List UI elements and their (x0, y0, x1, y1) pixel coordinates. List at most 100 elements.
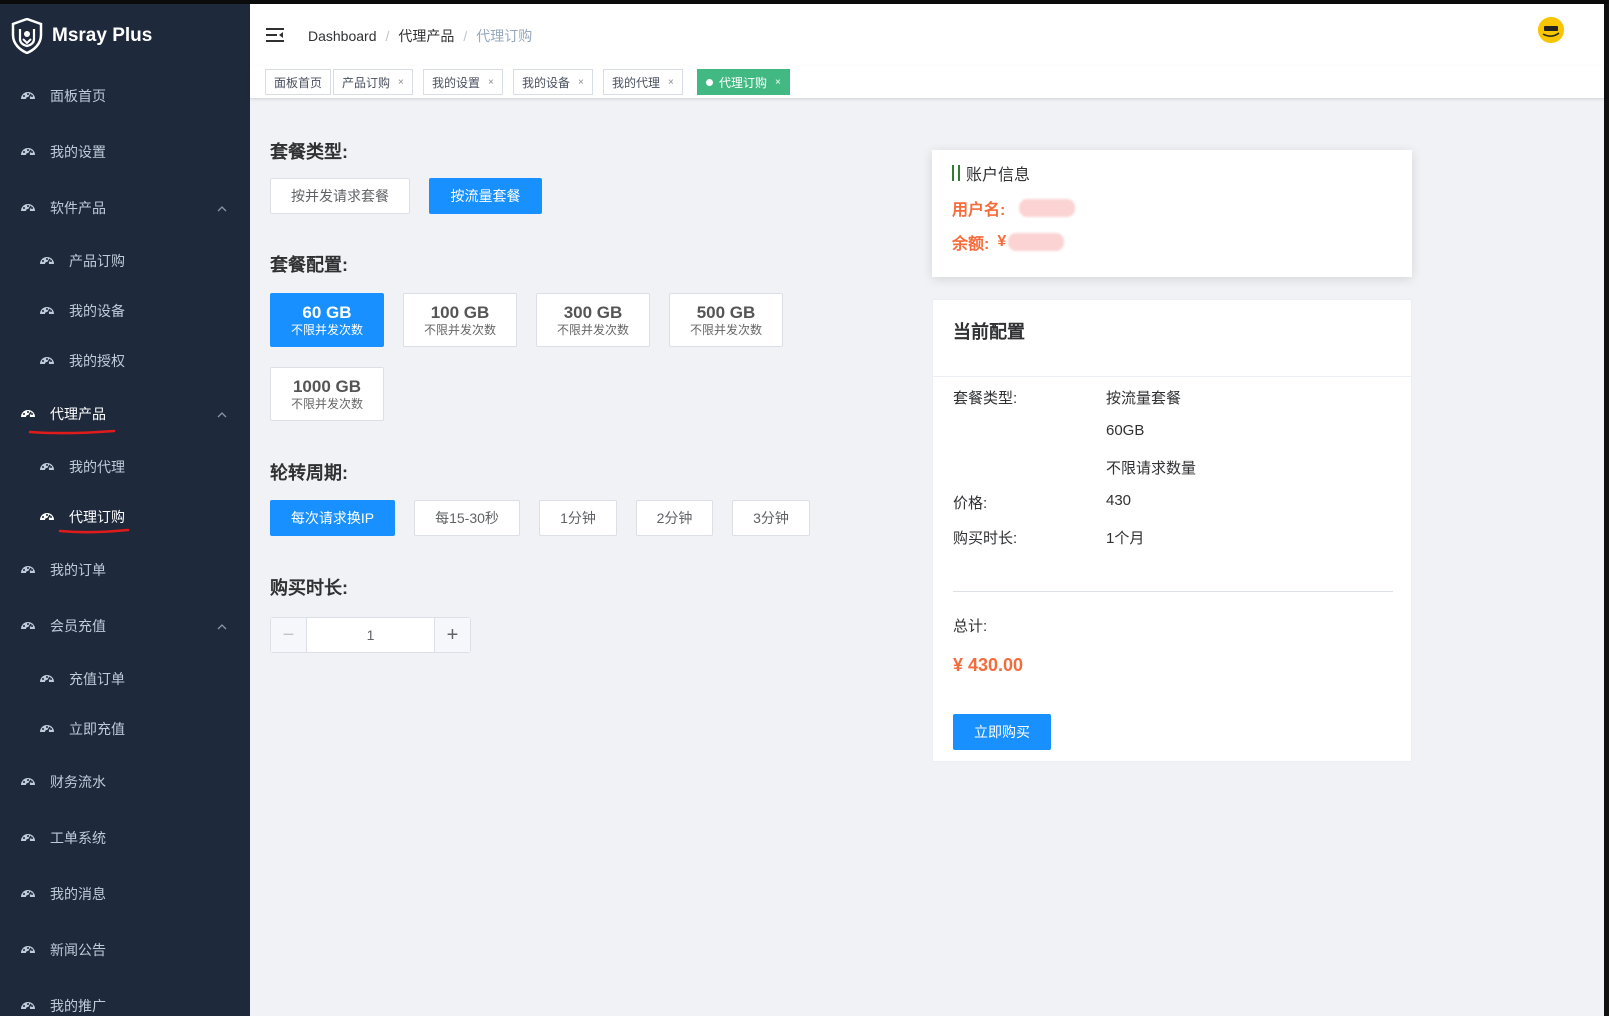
package-type-traffic-button[interactable]: 按流量套餐 (429, 178, 542, 214)
sidebar-item-my-orders[interactable]: 我的订单 (0, 542, 250, 598)
duration-label: 购买时长: (953, 530, 1018, 547)
sidebar-item-label: 我的设备 (69, 303, 125, 319)
config-option-1000gb[interactable]: 1000 GB 不限并发次数 (270, 367, 384, 421)
tag-label: 我的设置 (432, 75, 481, 90)
duration-stepper: − 1 + (270, 617, 471, 653)
title-accent-bar (958, 165, 960, 181)
sidebar-item-my-settings[interactable]: 我的设置 (0, 124, 250, 180)
close-icon[interactable]: × (775, 77, 781, 88)
sidebar-item-recharge-now[interactable]: 立即充值 (0, 704, 250, 754)
sidebar-item-product-order[interactable]: 产品订购 (0, 236, 250, 286)
close-icon[interactable]: × (398, 77, 404, 88)
config-size-value: 60GB (1106, 422, 1145, 439)
tag-label: 代理订购 (719, 75, 768, 90)
total-value: ¥ 430.00 (953, 655, 1024, 675)
decrement-button[interactable]: − (271, 618, 307, 652)
active-dot-icon (706, 78, 713, 86)
tag-proxy-order[interactable]: 代理订购 × (697, 69, 790, 95)
chevron-up-icon (216, 202, 228, 214)
red-annotation-underline (58, 528, 130, 534)
breadcrumb-home[interactable]: Dashboard (308, 28, 377, 44)
breadcrumb-separator: / (463, 28, 468, 44)
duration-value: 1个月 (1106, 530, 1145, 547)
close-icon[interactable]: × (488, 77, 494, 88)
balance-redacted (1008, 233, 1065, 251)
increment-button[interactable]: + (434, 618, 470, 652)
sidebar-item-my-devices[interactable]: 我的设备 (0, 286, 250, 336)
tag-my-proxies[interactable]: 我的代理 × (603, 69, 683, 95)
config-desc: 不限并发次数 (689, 322, 762, 337)
tag-dashboard[interactable]: 面板首页 (265, 69, 332, 95)
duration-title: 购买时长: (270, 578, 348, 598)
config-desc: 不限并发次数 (290, 396, 363, 411)
duration-input[interactable]: 1 (307, 618, 434, 652)
sidebar-item-proxy-order[interactable]: 代理订购 (0, 492, 250, 542)
sidebar-item-my-proxies[interactable]: 我的代理 (0, 442, 250, 492)
config-size: 1000 GB (292, 376, 362, 396)
rotation-1min-button[interactable]: 1分钟 (539, 500, 617, 536)
sidebar-item-label: 新闻公告 (50, 942, 106, 958)
sidebar-item-label: 代理产品 (50, 406, 106, 422)
dashboard-gauge-icon (20, 830, 36, 846)
sidebar-item-promotion[interactable]: 我的推广 (0, 978, 250, 1016)
dashboard-gauge-icon (39, 303, 55, 319)
sidebar-item-tickets[interactable]: 工单系统 (0, 810, 250, 866)
sidebar-item-label: 立即充值 (69, 721, 125, 737)
username-row: 用户名: (952, 196, 1076, 220)
sidebar-item-finance[interactable]: 财务流水 (0, 754, 250, 810)
dashboard-gauge-icon (20, 88, 36, 104)
sidebar-item-dashboard[interactable]: 面板首页 (0, 68, 250, 124)
breadcrumb: Dashboard / 代理产品 / 代理订购 (308, 26, 532, 46)
chevron-up-icon (216, 620, 228, 632)
rotation-per-request-button[interactable]: 每次请求换IP (270, 500, 395, 536)
sidebar-item-label: 我的订单 (50, 562, 106, 578)
sidebar-item-software-products[interactable]: 软件产品 (0, 180, 250, 236)
config-desc: 不限并发次数 (290, 322, 363, 337)
balance-row: 余额: ¥ (952, 230, 1065, 254)
config-type-value: 按流量套餐 (1106, 390, 1182, 407)
sidebar: Msray Plus 面板首页 我的设置 软件产品 产品订购 我的设备 我的授权… (0, 4, 250, 1016)
dashboard-gauge-icon (20, 618, 36, 634)
dashboard-gauge-icon (39, 509, 55, 525)
account-info-card: 账户信息 用户名: 余额: ¥ (932, 150, 1412, 277)
sidebar-item-member-recharge[interactable]: 会员充值 (0, 598, 250, 654)
config-option-60gb[interactable]: 60 GB 不限并发次数 (270, 293, 384, 347)
username-label: 用户名: (952, 202, 1006, 219)
sidebar-item-label: 面板首页 (50, 88, 106, 104)
sidebar-item-proxy-products[interactable]: 代理产品 (0, 386, 250, 442)
rotation-15-30s-button[interactable]: 每15-30秒 (414, 500, 520, 536)
rotation-2min-button[interactable]: 2分钟 (636, 500, 713, 536)
sidebar-item-label: 会员充值 (50, 618, 106, 634)
username-redacted (1019, 199, 1076, 217)
sidebar-item-news[interactable]: 新闻公告 (0, 922, 250, 978)
package-type-concurrent-button[interactable]: 按并发请求套餐 (270, 178, 410, 214)
tag-product-order[interactable]: 产品订购 × (333, 69, 413, 95)
buy-now-button[interactable]: 立即购买 (953, 714, 1051, 750)
menu-fold-icon[interactable] (266, 27, 284, 43)
config-option-100gb[interactable]: 100 GB 不限并发次数 (403, 293, 517, 347)
dashboard-gauge-icon (20, 942, 36, 958)
sidebar-item-recharge-orders[interactable]: 充值订单 (0, 654, 250, 704)
config-option-500gb[interactable]: 500 GB 不限并发次数 (669, 293, 783, 347)
dashboard-gauge-icon (20, 998, 36, 1014)
close-icon[interactable]: × (578, 77, 584, 88)
close-icon[interactable]: × (668, 77, 674, 88)
rotation-3min-button[interactable]: 3分钟 (732, 500, 810, 536)
sidebar-item-messages[interactable]: 我的消息 (0, 866, 250, 922)
tag-my-devices[interactable]: 我的设备 × (513, 69, 593, 95)
sidebar-item-label: 我的设置 (50, 144, 106, 160)
sidebar-item-my-licenses[interactable]: 我的授权 (0, 336, 250, 386)
dashboard-gauge-icon (20, 886, 36, 902)
config-desc: 不限并发次数 (556, 322, 629, 337)
logo[interactable]: Msray Plus (0, 4, 250, 68)
user-avatar[interactable] (1538, 17, 1564, 43)
config-size: 60 GB (302, 302, 352, 322)
title-accent-bar (952, 165, 954, 181)
sidebar-item-label: 我的代理 (69, 459, 125, 475)
tag-my-settings[interactable]: 我的设置 × (423, 69, 503, 95)
dashboard-gauge-icon (20, 774, 36, 790)
sidebar-item-label: 我的推广 (50, 998, 106, 1014)
breadcrumb-parent[interactable]: 代理产品 (398, 26, 454, 46)
top-navbar: Dashboard / 代理产品 / 代理订购 (250, 4, 1604, 66)
config-option-300gb[interactable]: 300 GB 不限并发次数 (536, 293, 650, 347)
